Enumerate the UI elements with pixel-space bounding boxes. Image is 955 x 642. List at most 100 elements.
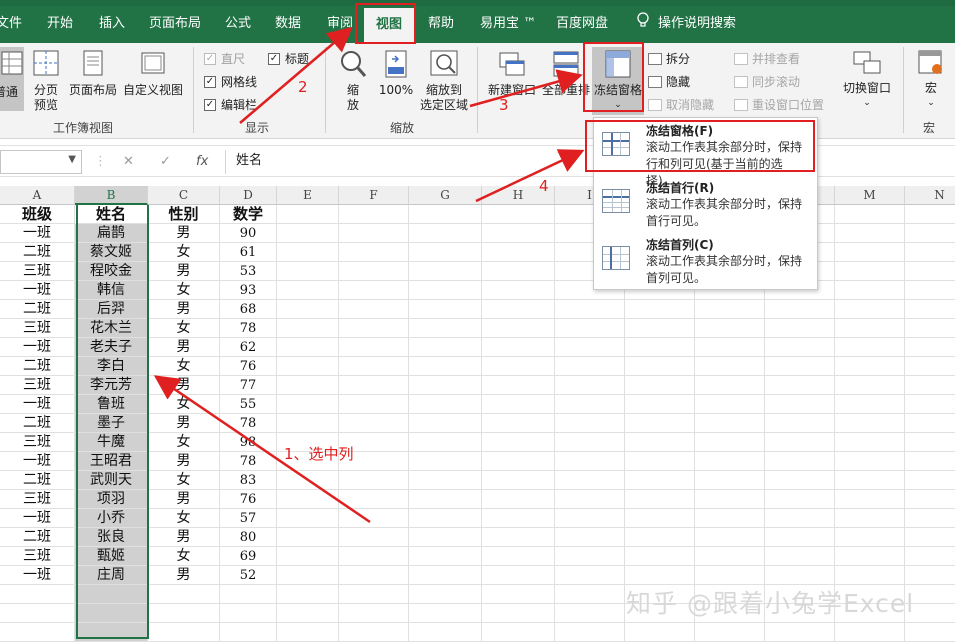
tab-file[interactable]: 文件 bbox=[0, 12, 22, 31]
empty-cell[interactable] bbox=[409, 528, 482, 547]
empty-cell[interactable] bbox=[555, 528, 625, 547]
table-cell[interactable]: 80 bbox=[220, 528, 277, 547]
tab-baidu-netdisk[interactable]: 百度网盘 bbox=[556, 12, 608, 31]
empty-cell[interactable] bbox=[835, 395, 905, 414]
table-cell[interactable]: 62 bbox=[220, 338, 277, 357]
empty-cell[interactable] bbox=[277, 243, 339, 262]
freeze-top-row-option[interactable]: 冻结首行(R) 滚动工作表其余部分时，保持首行可见。 bbox=[594, 175, 817, 231]
empty-cell[interactable] bbox=[835, 528, 905, 547]
column-header-a[interactable]: A bbox=[0, 186, 75, 205]
empty-cell[interactable] bbox=[220, 585, 277, 604]
empty-cell[interactable] bbox=[905, 414, 955, 433]
unhide-button[interactable]: 取消隐藏 bbox=[648, 96, 714, 113]
empty-cell[interactable] bbox=[765, 528, 835, 547]
empty-cell[interactable] bbox=[277, 300, 339, 319]
empty-cell[interactable] bbox=[277, 376, 339, 395]
tab-page-layout[interactable]: 页面布局 bbox=[149, 12, 201, 31]
empty-cell[interactable] bbox=[409, 338, 482, 357]
empty-cell[interactable] bbox=[339, 262, 409, 281]
table-cell[interactable]: 三班 bbox=[0, 262, 75, 281]
empty-cell[interactable] bbox=[835, 357, 905, 376]
empty-cell[interactable] bbox=[625, 433, 695, 452]
empty-cell[interactable] bbox=[482, 528, 555, 547]
empty-cell[interactable] bbox=[555, 376, 625, 395]
table-cell[interactable]: 女 bbox=[148, 357, 220, 376]
empty-cell[interactable] bbox=[555, 471, 625, 490]
empty-cell[interactable] bbox=[555, 414, 625, 433]
table-cell[interactable]: 小乔 bbox=[75, 509, 148, 528]
empty-cell[interactable] bbox=[482, 623, 555, 642]
empty-cell[interactable] bbox=[277, 509, 339, 528]
table-header-cell[interactable]: 数学 bbox=[220, 205, 277, 224]
ruler-checkbox[interactable]: ✓ 直尺 bbox=[204, 50, 245, 67]
table-cell[interactable]: 98 bbox=[220, 433, 277, 452]
empty-cell[interactable] bbox=[765, 338, 835, 357]
empty-cell[interactable] bbox=[339, 357, 409, 376]
empty-cell[interactable] bbox=[765, 547, 835, 566]
insert-function-icon[interactable]: fx bbox=[196, 154, 208, 169]
table-cell[interactable]: 一班 bbox=[0, 566, 75, 585]
empty-cell[interactable] bbox=[339, 604, 409, 623]
new-window-button[interactable]: 新建窗口 bbox=[486, 49, 538, 113]
empty-cell[interactable] bbox=[409, 395, 482, 414]
table-cell[interactable]: 一班 bbox=[0, 452, 75, 471]
empty-cell[interactable] bbox=[409, 262, 482, 281]
zoom-to-selection-button[interactable]: 缩放到 选定区域 bbox=[418, 49, 470, 113]
empty-cell[interactable] bbox=[695, 414, 765, 433]
empty-cell[interactable] bbox=[482, 357, 555, 376]
table-cell[interactable]: 二班 bbox=[0, 471, 75, 490]
empty-cell[interactable] bbox=[835, 509, 905, 528]
empty-cell[interactable] bbox=[625, 547, 695, 566]
empty-cell[interactable] bbox=[835, 281, 905, 300]
table-cell[interactable]: 程咬金 bbox=[75, 262, 148, 281]
empty-cell[interactable] bbox=[482, 433, 555, 452]
table-cell[interactable]: 男 bbox=[148, 300, 220, 319]
tab-easy-tools[interactable]: 易用宝 ™ bbox=[480, 12, 536, 31]
empty-cell[interactable] bbox=[905, 243, 955, 262]
empty-cell[interactable] bbox=[339, 623, 409, 642]
empty-cell[interactable] bbox=[339, 224, 409, 243]
empty-cell[interactable] bbox=[409, 471, 482, 490]
table-cell[interactable]: 蔡文姬 bbox=[75, 243, 148, 262]
table-cell[interactable]: 男 bbox=[148, 338, 220, 357]
empty-cell[interactable] bbox=[220, 604, 277, 623]
table-cell[interactable]: 76 bbox=[220, 490, 277, 509]
empty-cell[interactable] bbox=[765, 623, 835, 642]
empty-cell[interactable] bbox=[277, 414, 339, 433]
empty-cell[interactable] bbox=[625, 452, 695, 471]
empty-cell[interactable] bbox=[905, 395, 955, 414]
empty-cell[interactable] bbox=[339, 205, 409, 224]
table-cell[interactable]: 张良 bbox=[75, 528, 148, 547]
empty-cell[interactable] bbox=[555, 433, 625, 452]
empty-cell[interactable] bbox=[695, 395, 765, 414]
empty-cell[interactable] bbox=[339, 547, 409, 566]
hide-button[interactable]: 隐藏 bbox=[648, 73, 690, 90]
table-cell[interactable]: 庄周 bbox=[75, 566, 148, 585]
empty-cell[interactable] bbox=[835, 566, 905, 585]
empty-cell[interactable] bbox=[835, 205, 905, 224]
column-header-e[interactable]: E bbox=[277, 186, 339, 205]
column-header-n[interactable]: N bbox=[905, 186, 955, 205]
empty-cell[interactable] bbox=[835, 414, 905, 433]
page-break-preview-button[interactable]: 分页 预览 bbox=[28, 49, 64, 113]
table-cell[interactable]: 二班 bbox=[0, 243, 75, 262]
empty-cell[interactable] bbox=[625, 471, 695, 490]
empty-cell[interactable] bbox=[339, 376, 409, 395]
tab-home[interactable]: 开始 bbox=[47, 12, 73, 31]
table-cell[interactable]: 男 bbox=[148, 224, 220, 243]
empty-cell[interactable] bbox=[765, 300, 835, 319]
empty-cell[interactable] bbox=[409, 623, 482, 642]
empty-cell[interactable] bbox=[339, 509, 409, 528]
empty-cell[interactable] bbox=[482, 224, 555, 243]
table-cell[interactable]: 一班 bbox=[0, 509, 75, 528]
empty-cell[interactable] bbox=[555, 547, 625, 566]
empty-cell[interactable] bbox=[277, 395, 339, 414]
empty-cell[interactable] bbox=[695, 566, 765, 585]
table-cell[interactable]: 女 bbox=[148, 509, 220, 528]
empty-cell[interactable] bbox=[277, 585, 339, 604]
empty-cell[interactable] bbox=[339, 471, 409, 490]
table-cell[interactable]: 77 bbox=[220, 376, 277, 395]
empty-cell[interactable] bbox=[765, 357, 835, 376]
table-cell[interactable]: 61 bbox=[220, 243, 277, 262]
empty-cell[interactable] bbox=[75, 585, 148, 604]
